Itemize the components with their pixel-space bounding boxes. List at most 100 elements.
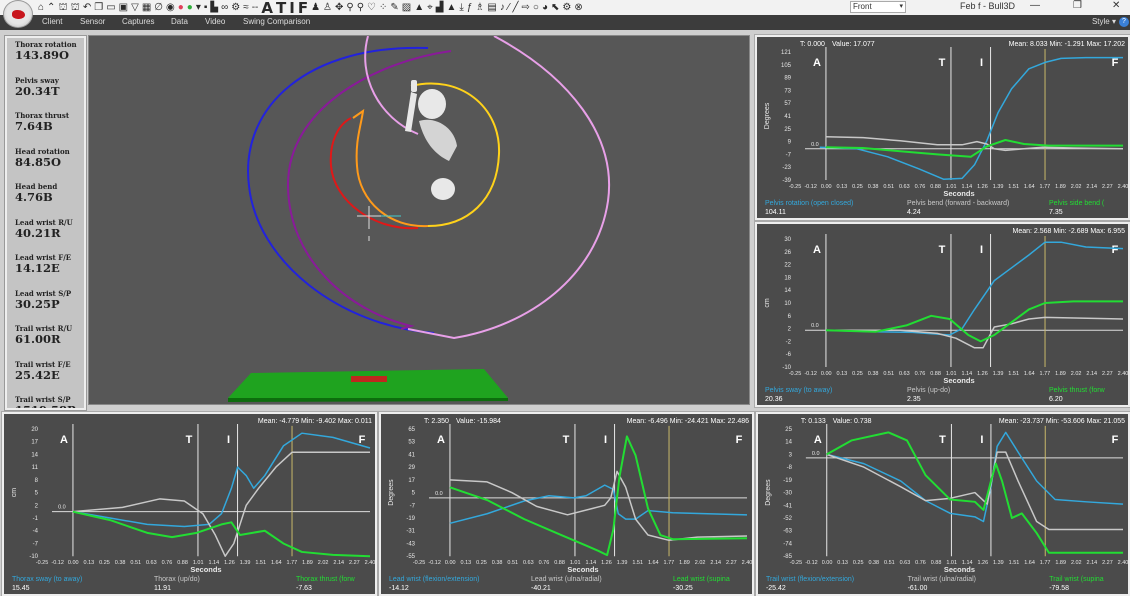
chart-pelvis-sway[interactable]: 30 26 22 18 14 10 6 2 -2 -6 -10 -0.25 -0.12 0.00 0.13 0… — [754, 221, 1130, 408]
orange-hand-path — [352, 108, 429, 228]
image-icon[interactable]: ▨ — [402, 1, 411, 15]
x-tick-label: 2.02 — [1071, 371, 1082, 377]
y-tick-label: 22 — [784, 263, 791, 269]
marker-label-f: F — [1112, 57, 1119, 69]
person3-icon[interactable]: ♗ — [475, 1, 484, 15]
skeleton-icon[interactable]: ⛫ — [58, 1, 67, 15]
person2-icon[interactable]: ♙ — [323, 1, 332, 15]
y-tick-label: 41 — [408, 452, 415, 458]
dots-icon[interactable]: ⁘ — [379, 1, 387, 15]
chart-svg: 12110589735741259-7-23-39-0.25 -0.12 0.00 0… — [764, 41, 1128, 216]
circle-icon[interactable]: ○ — [533, 1, 539, 15]
marker-label-i: I — [980, 434, 983, 446]
save-icon[interactable]: ▪ — [204, 1, 208, 15]
x-tick-label: 0.25 — [853, 560, 864, 566]
x-tick-label: 1.51 — [1008, 371, 1019, 377]
menu-sensor[interactable]: Sensor — [80, 17, 105, 26]
view-select[interactable]: Front ▾ — [850, 1, 906, 13]
x-tick-label: 0.13 — [836, 184, 847, 190]
mountain-icon[interactable]: ▲ — [447, 1, 457, 15]
chevron-down-icon: ▾ — [1111, 17, 1116, 26]
legend-value: 7.35 — [1049, 209, 1063, 216]
chart-pelvis-rotation[interactable]: 121 105 89 73 57 41 25 9 -7 -23 -39 -0.25 -0.12 0.00 0… — [754, 34, 1130, 221]
target-icon[interactable]: ◉ — [166, 1, 175, 15]
frame-icon[interactable]: ▭ — [106, 1, 115, 15]
chart-thorax-sway[interactable]: 20 17 14 11 8 5 2 -1 -4 -7 -10 -0.25 -0.12 0.00 0.13 0.… — [1, 411, 378, 596]
letter-f[interactable]: F — [298, 0, 308, 15]
back-icon[interactable]: ⬉ — [551, 1, 559, 15]
zero-label: 0.0 — [58, 505, 66, 511]
settings-icon[interactable]: ⚙ — [562, 1, 571, 15]
mic-icon[interactable]: ♪ — [500, 1, 505, 15]
gear-icon[interactable]: ⚙ — [231, 1, 240, 15]
walk2-icon[interactable]: ⚲ — [357, 1, 364, 15]
arrow-icon[interactable]: ⇨ — [522, 1, 530, 15]
no-icon[interactable]: ∅ — [154, 1, 163, 15]
line-icon[interactable]: ╱ — [512, 1, 518, 15]
bar-icon[interactable]: ▟ — [436, 1, 444, 15]
app-logo[interactable] — [3, 0, 33, 28]
legend-value: -7.63 — [296, 585, 312, 592]
walk-icon[interactable]: ⚲ — [346, 1, 353, 15]
series-line-blue — [826, 431, 1124, 523]
menu-client[interactable]: Client — [42, 17, 62, 26]
pin-icon[interactable]: ⌖ — [427, 1, 433, 15]
minimize-button[interactable]: — — [1030, 0, 1040, 11]
x-tick-label: 0.51 — [883, 371, 894, 377]
menu-video[interactable]: Video — [205, 17, 225, 26]
y-tick-label: 29 — [408, 465, 415, 471]
menu-swing-comparison[interactable]: Swing Comparison — [243, 17, 310, 26]
clipboard-icon[interactable]: ▤ — [487, 1, 496, 15]
undo-icon[interactable]: ↶ — [83, 1, 91, 15]
chart-trail-wrist[interactable]: 25 14 3 -8 -19 -30 -41 -52 -63 -74 -85 -0.25 -0.12 0.… — [755, 411, 1130, 596]
restore-button[interactable]: ❐ — [1073, 0, 1082, 11]
person-icon[interactable]: ♟ — [311, 1, 320, 15]
heart-icon[interactable]: ♡ — [367, 1, 376, 15]
download-icon[interactable]: ⤓ — [459, 1, 463, 15]
help-icon[interactable]: ? — [1119, 17, 1129, 27]
move-icon[interactable]: ✥ — [335, 1, 343, 15]
x-tick-label: 0.00 — [821, 184, 832, 190]
red-dot-icon[interactable]: ● — [178, 1, 184, 15]
function-icon[interactable]: ƒ — [467, 1, 473, 15]
curve-icon[interactable]: ≈ — [243, 1, 249, 15]
chart-lead-wrist[interactable]: 65 53 41 29 17 5 -7 -19 -31 -43 -55 -0.25 -0.12 0.00 0… — [378, 411, 755, 596]
marker-label-t: T — [939, 57, 946, 69]
x-tick-label: 2.27 — [1102, 560, 1113, 566]
copy-icon[interactable]: ❐ — [94, 1, 103, 15]
menu-data[interactable]: Data — [171, 17, 188, 26]
y-tick-label: -63 — [783, 529, 792, 535]
edit-icon[interactable]: ✎ — [390, 1, 398, 15]
letter-t[interactable]: T — [276, 0, 286, 15]
dash-icon[interactable]: -- — [252, 1, 259, 15]
3d-view[interactable] — [88, 35, 750, 405]
skeleton2-icon[interactable]: ⛫ — [71, 1, 80, 15]
brush-icon[interactable]: ⁄ — [508, 1, 510, 15]
y-tick-label: -23 — [782, 165, 791, 171]
legend-value: 20.36 — [765, 396, 783, 403]
green-dot-icon[interactable]: ● — [187, 1, 193, 15]
document-icon[interactable]: ▙ — [210, 1, 218, 15]
dropdown-icon[interactable]: ▾ — [196, 1, 201, 15]
marker-label-a: A — [60, 434, 68, 446]
legend-label: Pelvis rotation (open closed) — [765, 200, 853, 207]
user-icon[interactable]: ▲ — [414, 1, 424, 15]
legend-label: Pelvis sway (to away) — [765, 387, 832, 394]
screen-icon[interactable]: ▣ — [119, 1, 128, 15]
red-hand-path — [329, 117, 419, 230]
menu-captures[interactable]: Captures — [122, 17, 154, 26]
filter-icon[interactable]: ▽ — [131, 1, 139, 15]
cancel-icon[interactable]: ⊗ — [574, 1, 582, 15]
y-tick-label: 25 — [785, 427, 792, 433]
link-icon[interactable]: ∞ — [221, 1, 228, 15]
x-tick-label: 1.64 — [1024, 184, 1035, 190]
letter-a[interactable]: A — [261, 0, 273, 15]
up-icon[interactable]: ⌃ — [47, 1, 55, 15]
grid-icon[interactable]: ▦ — [142, 1, 151, 15]
x-axis-label: Seconds — [944, 565, 975, 574]
home-icon[interactable]: ⌂ — [38, 1, 44, 15]
letter-i[interactable]: I — [289, 0, 295, 15]
style-menu[interactable]: Style ▾ — [1092, 17, 1116, 26]
pacman-icon[interactable]: ◕ — [542, 1, 548, 15]
close-button[interactable]: ✕ — [1112, 0, 1120, 11]
